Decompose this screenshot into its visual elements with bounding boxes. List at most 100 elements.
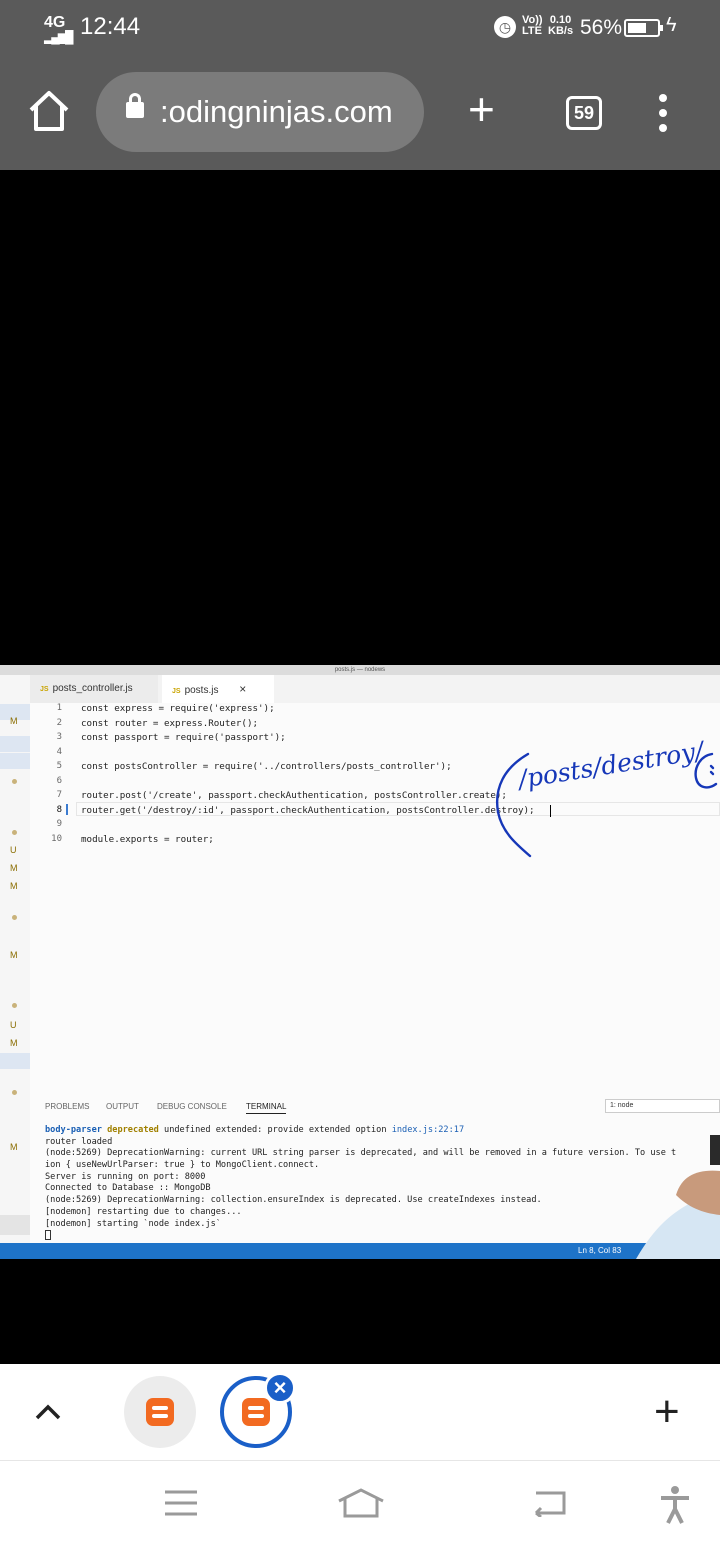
git-status-mark: M [10,716,18,726]
close-tab-icon[interactable]: × [239,682,246,696]
terminal-line: body-parser deprecated undefined extende… [45,1125,720,1137]
browser-toolbar: :odingninjas.com + 59 [0,58,720,170]
code-line: module.exports = router; [81,833,214,845]
code-line: const express = require('express'); [81,703,275,714]
accessibility-button[interactable] [658,1485,692,1530]
url-bar[interactable]: :odingninjas.com [96,72,424,152]
git-status-mark: M [10,863,18,873]
home-nav-icon [338,1488,384,1518]
git-status-dot [12,779,17,784]
tab-problems[interactable]: PROBLEMS [45,1102,89,1111]
tab-count-button[interactable]: 59 [566,96,602,130]
vscode-window: posts.js — nodews M U M M M U M M JS post [0,665,720,1259]
tab-thumbnail[interactable] [124,1376,196,1448]
git-status-mark: U [10,1020,17,1030]
coding-ninjas-logo-icon [242,1398,270,1426]
home-button[interactable] [26,88,72,134]
url-text: :odingninjas.com [160,94,393,129]
terminal-output[interactable]: body-parser deprecated undefined extende… [45,1125,720,1242]
home-icon [29,91,69,131]
terminal-cursor [45,1230,720,1242]
terminal-line: (node:5269) DeprecationWarning: collecti… [45,1195,542,1206]
line-number: 10 [51,833,62,844]
terminal-line: [nodemon] starting `node index.js` [45,1218,221,1229]
system-navigation-bar [0,1460,720,1544]
tab-posts[interactable]: JS posts.js × [162,675,274,703]
terminal-line: ion { useNewUrlParser: true } to MongoCl… [45,1160,320,1171]
tab-terminal[interactable]: TERMINAL [246,1102,287,1114]
js-file-icon: JS [40,686,49,693]
line-number: 5 [56,761,62,771]
cursor-position[interactable]: Ln 8, Col 83 [578,1243,621,1259]
handwritten-annotation: /posts/destroy/ [495,740,718,858]
terminal-line: router loaded [45,1136,113,1147]
charging-icon: ϟ [666,14,677,36]
code-line: const postsController = require('../cont… [81,761,452,772]
tab-posts-controller[interactable]: JS posts_controller.js [30,675,158,703]
window-title: posts.js — nodews [0,665,720,675]
line-number: 7 [56,790,62,800]
git-status-dot [12,915,17,920]
code-line: const passport = require('passport'); [81,732,286,743]
back-button[interactable] [530,1489,568,1522]
tab-debug-console[interactable]: DEBUG CONSOLE [157,1102,227,1111]
menu-button[interactable] [656,94,670,134]
tab-label: posts.js [184,685,219,696]
signal-icon: ▂▄▆█ [44,30,74,44]
terminal-line: (node:5269) DeprecationWarning: current … [45,1148,677,1159]
close-tab-button[interactable]: × [264,1372,296,1404]
volte-label: Vo)) LTE [522,14,543,37]
editor-status-bar: Ln 8, Col 83 [0,1243,720,1259]
git-status-mark: U [10,845,17,855]
git-status-mark: M [10,1142,18,1152]
annotation-text: /posts/destroy/ [514,740,708,794]
gutter-highlight [0,753,30,769]
git-status-mark: M [10,881,18,891]
git-status-dot [12,1003,17,1008]
lock-icon [126,93,144,118]
line-number: 8 [56,804,62,815]
tab-switcher-bar: × + [0,1364,720,1460]
git-status-dot [12,1090,17,1095]
line-number: 6 [56,775,62,786]
line-number: 9 [56,819,62,829]
instructor-webcam [636,1135,720,1259]
chevron-up-icon [35,1404,61,1420]
code-line: router.post('/create', passport.checkAut… [81,790,507,801]
accessibility-icon [661,1486,689,1524]
battery-percent: 56% [580,16,623,39]
git-status-dot [12,830,17,835]
terminal-warning: deprecated [107,1125,159,1135]
add-tab-button[interactable]: + [654,1390,680,1434]
source-control-gutter: M U M M M U M M [0,675,30,1245]
modified-line-marker [66,804,68,815]
line-number: 4 [56,746,62,757]
clock: 12:44 [80,13,141,40]
js-file-icon: JS [172,688,181,695]
gutter-highlight [0,1215,30,1235]
terminal-line: Server is running on port: 8000 [45,1171,206,1182]
recents-button[interactable] [164,1489,198,1522]
tab-output[interactable]: OUTPUT [106,1102,139,1111]
terminal-select[interactable]: 1: node [605,1099,720,1113]
code-line: router.get('/destroy/:id', passport.chec… [81,804,535,816]
terminal-line: Connected to Database :: MongoDB [45,1183,211,1194]
collapse-button[interactable] [34,1402,62,1427]
terminal-link[interactable]: index.js:22:17 [392,1125,464,1135]
coding-ninjas-logo-icon [146,1398,174,1426]
status-bar: 4G ▂▄▆█ 12:44 ◷ Vo)) LTE 0.10 KB/s 56% ϟ [0,0,720,58]
gutter-highlight [0,1053,30,1069]
line-number: 1 [56,703,62,713]
data-speed: 0.10 KB/s [548,14,574,37]
gutter-highlight [0,736,30,752]
back-icon [534,1491,566,1519]
git-status-mark: M [10,950,18,960]
terminal-package: body-parser [45,1125,102,1135]
line-number: 3 [56,732,62,742]
video-player[interactable]: posts.js — nodews M U M M M U M M JS post [0,170,720,1364]
battery-icon [624,19,663,37]
terminal-line: [nodemon] restarting due to changes... [45,1206,242,1217]
new-tab-button[interactable]: + [468,86,495,132]
terminal-message: undefined extended: provide extended opt… [158,1125,392,1135]
home-nav-button[interactable] [336,1487,386,1524]
